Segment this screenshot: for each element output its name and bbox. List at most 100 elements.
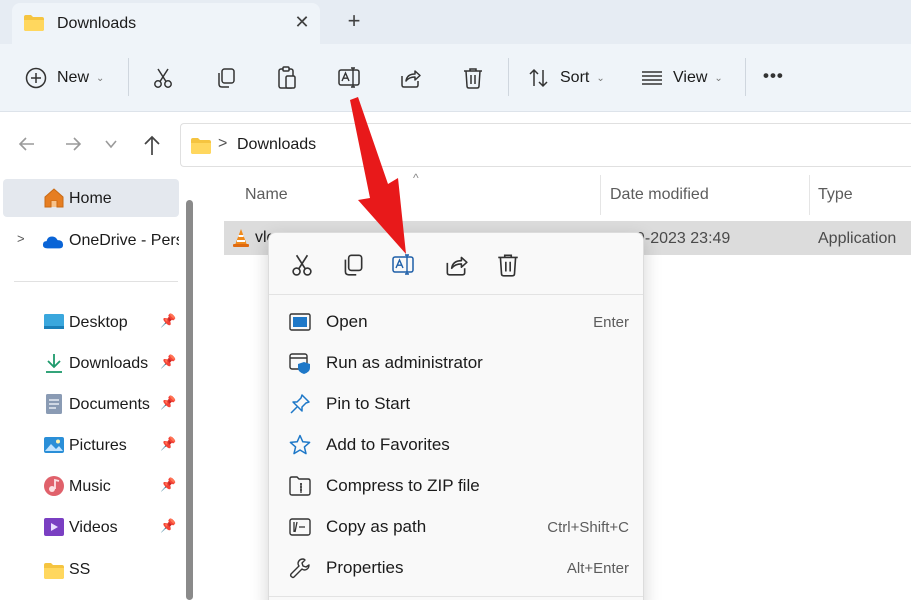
menu-item-shortcut: Alt+Enter xyxy=(566,560,629,577)
share-icon[interactable] xyxy=(398,66,422,90)
file-type: Application xyxy=(818,230,897,247)
context-menu-quick-actions xyxy=(269,233,643,295)
sidebar-item-label: Music xyxy=(69,478,111,495)
sort-button[interactable]: Sort ⌄ xyxy=(527,60,605,96)
menu-item-compress-to-zip[interactable]: Compress to ZIP file xyxy=(277,467,637,505)
menu-item-label: Open xyxy=(326,312,368,331)
sidebar-item-ss[interactable]: SS xyxy=(0,550,178,588)
sidebar-item-music[interactable]: Music 📌 xyxy=(0,467,178,505)
tab-downloads[interactable]: Downloads ✕ xyxy=(12,3,320,44)
chevron-down-icon: ⌄ xyxy=(96,72,105,84)
menu-item-label: Compress to ZIP file xyxy=(326,476,480,495)
divider xyxy=(128,58,129,96)
home-icon xyxy=(44,188,64,208)
tab-strip: Downloads ✕ + xyxy=(0,0,911,44)
download-arrow-icon xyxy=(46,354,62,373)
delete-icon[interactable] xyxy=(495,252,521,278)
folder-icon xyxy=(24,15,44,31)
annotation-arrow-icon xyxy=(350,97,406,254)
column-divider[interactable] xyxy=(809,175,810,215)
pin-icon[interactable]: 📌 xyxy=(160,436,176,452)
sort-icon xyxy=(529,68,548,88)
menu-item-shortcut: Ctrl+Shift+C xyxy=(547,519,629,536)
pin-icon[interactable]: 📌 xyxy=(160,477,176,493)
desktop-icon xyxy=(44,314,64,329)
sidebar-item-pictures[interactable]: Pictures 📌 xyxy=(0,426,178,464)
copy-path-icon xyxy=(289,518,311,536)
sort-label: Sort xyxy=(560,69,590,86)
menu-item-pin-to-start[interactable]: Pin to Start xyxy=(277,385,637,423)
sidebar-item-documents[interactable]: Documents 📌 xyxy=(0,385,178,423)
new-label: New xyxy=(57,69,90,86)
share-icon[interactable] xyxy=(443,252,469,278)
menu-item-label: Add to Favorites xyxy=(326,435,450,454)
pin-icon[interactable]: 📌 xyxy=(160,395,176,411)
sidebar-item-desktop[interactable]: Desktop 📌 xyxy=(0,303,178,341)
back-arrow-icon[interactable] xyxy=(17,134,37,154)
breadcrumb-separator-icon: > xyxy=(218,135,228,152)
menu-item-open[interactable]: Open Enter xyxy=(277,303,637,341)
menu-item-properties[interactable]: Properties Alt+Enter xyxy=(277,549,637,587)
pictures-icon xyxy=(44,437,64,453)
pin-icon xyxy=(290,394,310,414)
column-divider[interactable] xyxy=(600,175,601,215)
sidebar-item-label: SS xyxy=(69,561,91,578)
column-header-type[interactable]: Type xyxy=(818,186,853,204)
onedrive-cloud-icon xyxy=(42,236,64,249)
sidebar-scrollbar[interactable] xyxy=(186,200,193,600)
menu-item-add-to-favorites[interactable]: Add to Favorites xyxy=(277,426,637,464)
sidebar-item-downloads[interactable]: Downloads 📌 xyxy=(0,344,178,382)
copy-icon[interactable] xyxy=(214,66,238,90)
view-label: View xyxy=(673,69,708,86)
plus-circle-icon xyxy=(25,67,47,89)
menu-item-label: Copy as path xyxy=(326,517,427,536)
delete-icon[interactable] xyxy=(461,66,485,90)
navigation-bar: > Downloads xyxy=(0,113,911,175)
menu-item-label: Run as administrator xyxy=(326,353,483,372)
vlc-cone-icon xyxy=(233,229,249,247)
new-tab-button[interactable]: + xyxy=(340,9,368,35)
menu-item-run-as-administrator[interactable]: Run as administrator xyxy=(277,344,637,382)
divider xyxy=(745,58,746,96)
view-list-icon xyxy=(642,71,662,85)
sidebar-item-label: Pictures xyxy=(69,437,127,454)
divider xyxy=(508,58,509,96)
file-date: 9-2023 23:49 xyxy=(636,230,731,247)
menu-item-label: Pin to Start xyxy=(326,394,411,413)
rename-icon[interactable] xyxy=(337,65,363,91)
zip-folder-icon xyxy=(289,476,311,496)
expand-chevron-icon[interactable]: > xyxy=(17,231,25,246)
view-button[interactable]: View ⌄ xyxy=(640,60,723,96)
forward-arrow-icon[interactable] xyxy=(63,134,83,154)
menu-item-copy-as-path[interactable]: Copy as path Ctrl+Shift+C xyxy=(277,508,637,546)
close-tab-icon[interactable]: ✕ xyxy=(290,12,314,33)
context-menu: Open Enter Run as administrator Pin to S… xyxy=(268,232,644,600)
up-arrow-icon[interactable] xyxy=(142,134,162,156)
sidebar-item-videos[interactable]: Videos 📌 xyxy=(0,508,178,546)
column-header-date[interactable]: Date modified xyxy=(610,186,709,204)
more-options-icon[interactable]: ••• xyxy=(763,66,784,86)
open-window-icon xyxy=(289,313,311,331)
sidebar-item-label: Desktop xyxy=(69,314,128,331)
sidebar-item-home[interactable]: Home xyxy=(3,179,179,217)
sidebar-item-label: Home xyxy=(69,190,112,207)
address-bar[interactable]: > Downloads xyxy=(180,123,911,167)
column-header-name[interactable]: Name xyxy=(245,186,288,204)
sidebar-item-onedrive[interactable]: > OneDrive - Perso xyxy=(0,221,179,259)
cut-icon[interactable] xyxy=(151,66,175,90)
pin-icon[interactable]: 📌 xyxy=(160,313,176,329)
new-button[interactable]: New ⌄ xyxy=(24,60,104,96)
chevron-down-icon: ⌄ xyxy=(714,72,723,84)
recent-locations-chevron-icon[interactable] xyxy=(104,137,118,151)
sidebar-item-label: Videos xyxy=(69,519,118,536)
menu-item-label: Properties xyxy=(326,558,404,577)
cut-icon[interactable] xyxy=(289,252,315,278)
pin-icon[interactable]: 📌 xyxy=(160,354,176,370)
paste-icon[interactable] xyxy=(275,65,299,91)
breadcrumb-downloads[interactable]: Downloads xyxy=(237,136,316,154)
sidebar-item-label: Downloads xyxy=(69,355,149,372)
wrench-icon xyxy=(289,558,310,579)
videos-icon xyxy=(44,518,64,536)
pin-icon[interactable]: 📌 xyxy=(160,518,176,534)
navigation-pane: Home > OneDrive - Perso Desktop 📌 Downlo… xyxy=(0,175,200,600)
